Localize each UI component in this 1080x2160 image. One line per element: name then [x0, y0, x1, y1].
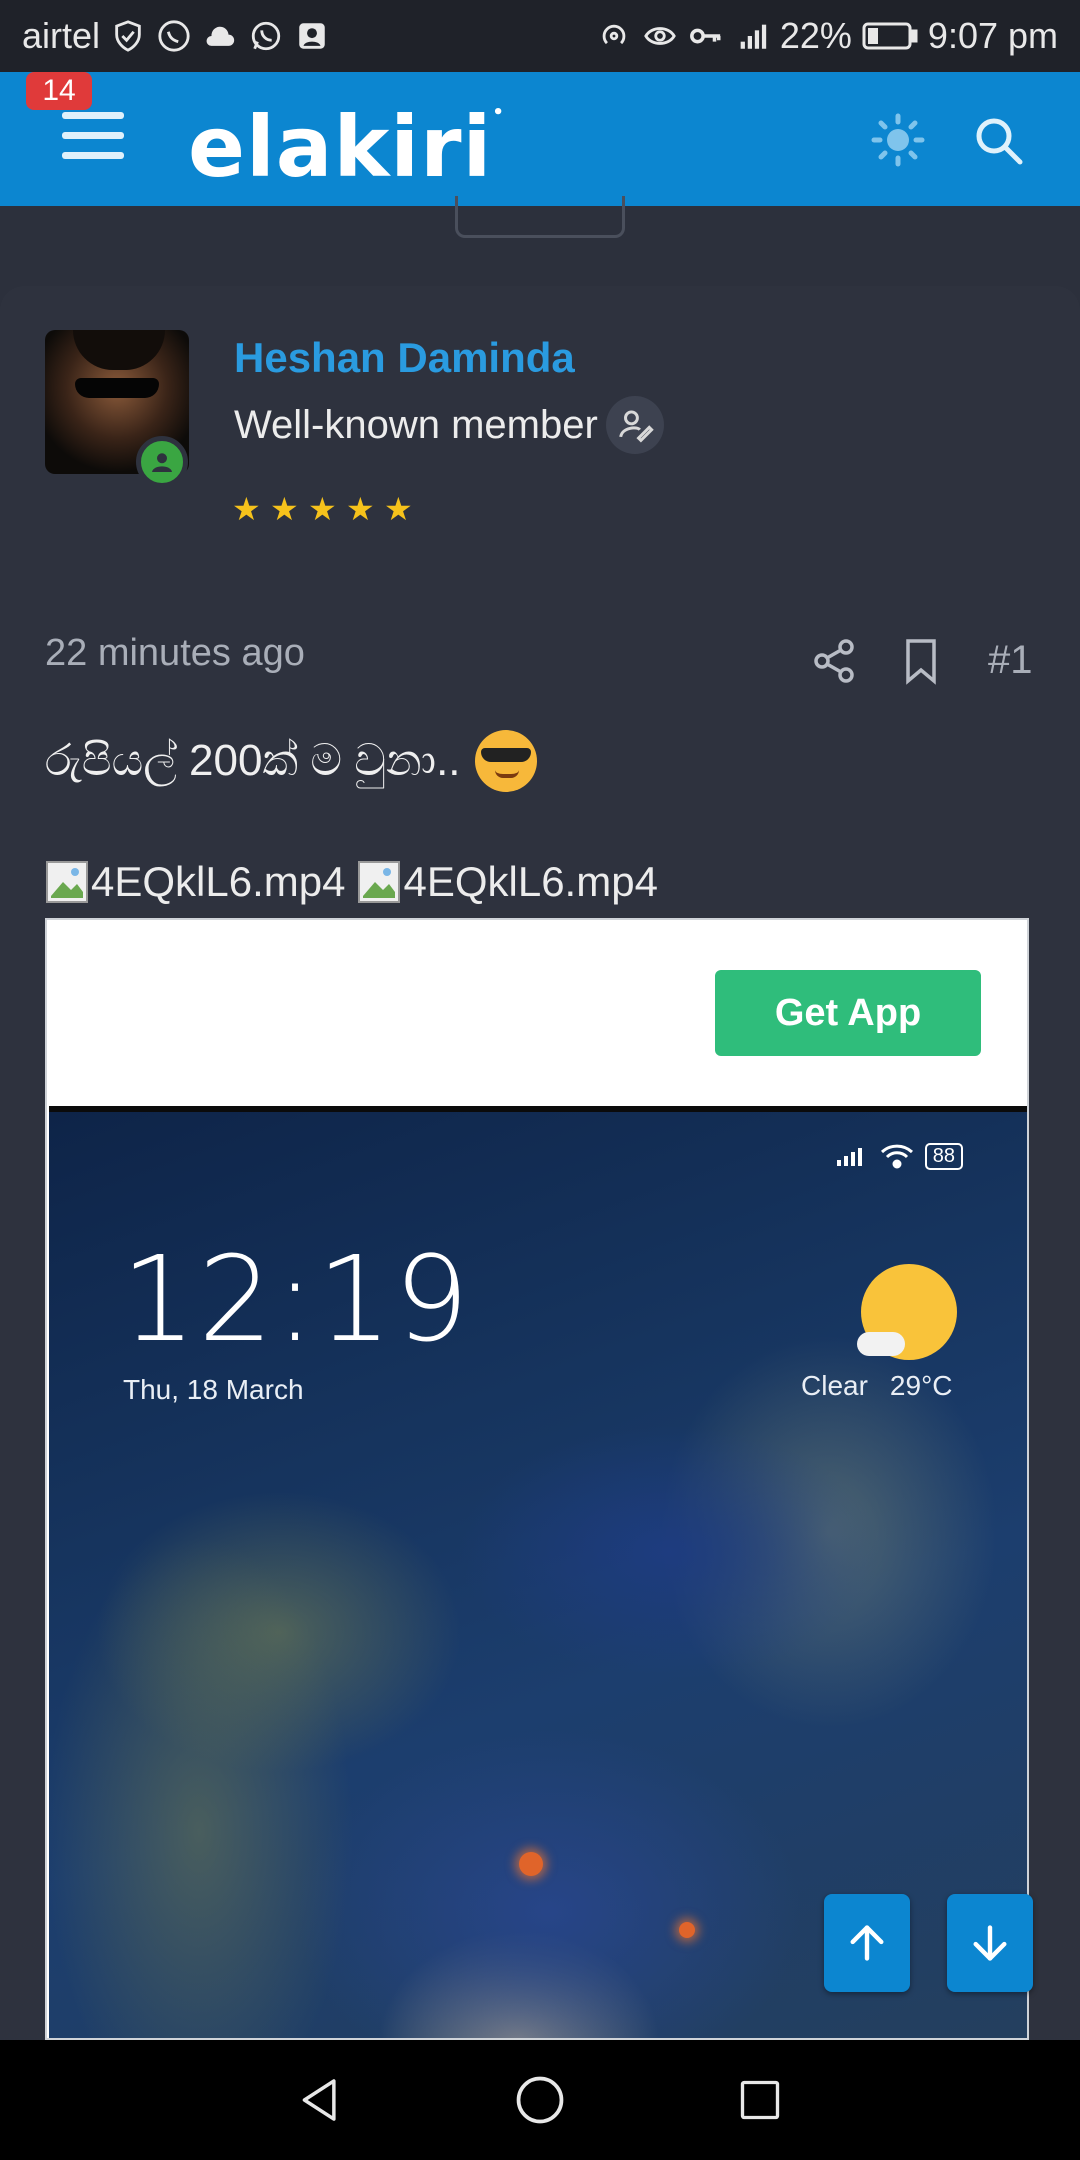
meteor-decoration: [519, 1852, 543, 1876]
emoji-mouth: [494, 770, 519, 778]
menu-button[interactable]: [62, 112, 124, 166]
eye-icon: [642, 18, 678, 54]
system-nav-bar: [0, 2040, 1080, 2160]
attachment-link[interactable]: 4EQklL6.mp4: [45, 858, 345, 906]
weather-condition: Clear: [801, 1370, 868, 1401]
get-app-button[interactable]: Get App: [715, 970, 981, 1056]
post-number[interactable]: #1: [988, 638, 1033, 683]
attachments: 4EQklL6.mp4 4EQklL6.mp4: [45, 858, 658, 906]
broken-image-icon: [46, 861, 88, 903]
back-button[interactable]: [290, 2070, 350, 2130]
avatar-hair: [73, 330, 165, 370]
rating-stars: ★ ★ ★ ★ ★: [232, 491, 414, 527]
star-icon: ★: [384, 491, 413, 527]
menu-bar: [62, 152, 124, 159]
post-timestamp[interactable]: 22 minutes ago: [45, 632, 305, 675]
notification-badge[interactable]: 14: [26, 72, 92, 110]
recents-icon: [740, 2080, 780, 2120]
user-title: Well-known member: [234, 396, 664, 454]
bookmark-button[interactable]: [896, 636, 946, 686]
arrow-up-icon: [850, 1925, 884, 1961]
hotspot-icon: [596, 18, 632, 54]
wifi-icon: [880, 1144, 913, 1169]
attachment-name: 4EQklL6.mp4: [91, 858, 346, 905]
star-icon: ★: [232, 491, 261, 527]
status-bar-left: airtel: [22, 15, 330, 57]
home-button[interactable]: [510, 2070, 570, 2130]
online-status-icon: [136, 436, 188, 488]
back-icon: [302, 2079, 336, 2121]
scroll-down-button[interactable]: [947, 1894, 1033, 1992]
ad-date: Thu, 18 March: [123, 1374, 304, 1405]
phone-call-icon: [156, 18, 192, 54]
site-logo[interactable]: elakiri•: [188, 98, 505, 196]
menu-bar: [62, 112, 124, 119]
member-edit-icon: [605, 396, 664, 454]
cloud-icon: [202, 18, 238, 54]
signal-icon: [836, 1148, 862, 1166]
status-bar-right: 22% 9:07 pm: [596, 15, 1058, 57]
theme-toggle-button[interactable]: [870, 112, 926, 168]
attachment-name: 4EQklL6.mp4: [403, 858, 658, 905]
post-body: රුපියල් 200ක් ම වුනා..: [45, 730, 537, 792]
ad-banner[interactable]: Get App 88 12:19 Thu, 18 March Clear 29°…: [45, 918, 1029, 2040]
shield-check-icon: [110, 18, 146, 54]
battery-percent: 22%: [779, 15, 852, 56]
share-icon: [814, 639, 854, 683]
share-button[interactable]: [810, 636, 860, 686]
star-icon: ★: [308, 491, 337, 527]
cloud-weather-icon: [857, 1332, 905, 1356]
registered-mark: •: [492, 102, 505, 123]
user-title-text: Well-known member: [234, 402, 598, 447]
meteor-decoration: [679, 1922, 695, 1938]
clock-time: 9:07 pm: [927, 15, 1058, 56]
ad-clock: 12:19: [121, 1230, 472, 1368]
site-header: 14 elakiri•: [0, 72, 1080, 206]
weather-temperature: 29°C: [889, 1370, 953, 1401]
whatsapp-icon: [248, 18, 284, 54]
avatar-glasses: [75, 378, 159, 398]
scroll-up-button[interactable]: [824, 1894, 910, 1992]
bookmark-icon: [906, 639, 936, 685]
status-bar: airtel 22% 9:07 pm: [0, 0, 1080, 72]
star-icon: ★: [346, 491, 375, 527]
sun-icon: [871, 113, 925, 167]
star-icon: ★: [270, 491, 299, 527]
contact-icon: [294, 18, 330, 54]
ad-status-icons: 88: [835, 1142, 963, 1170]
arrow-down-icon: [973, 1925, 1007, 1961]
previous-button-edge[interactable]: [455, 196, 625, 238]
emoji-shades: [480, 748, 531, 762]
broken-image-icon: [358, 861, 401, 903]
recents-button[interactable]: [730, 2070, 790, 2130]
logo-text: elakiri: [188, 98, 493, 196]
menu-bar: [62, 132, 124, 139]
search-button[interactable]: [970, 112, 1026, 168]
attachment-link[interactable]: 4EQklL6.mp4: [357, 858, 658, 906]
ad-weather: Clear 29°C: [801, 1370, 952, 1402]
signal-icon: [734, 18, 770, 54]
post-body-text: රුපියල් 200ක් ම වුනා..: [45, 736, 461, 785]
search-icon: [976, 118, 1023, 165]
sunglasses-emoji-icon: [474, 730, 537, 792]
key-icon: [688, 18, 724, 54]
battery-icon: [862, 21, 918, 51]
author-name[interactable]: Heshan Daminda: [234, 334, 575, 382]
home-icon: [516, 2076, 564, 2124]
carrier-name: airtel: [22, 15, 101, 56]
ad-battery: 88: [924, 1142, 963, 1170]
